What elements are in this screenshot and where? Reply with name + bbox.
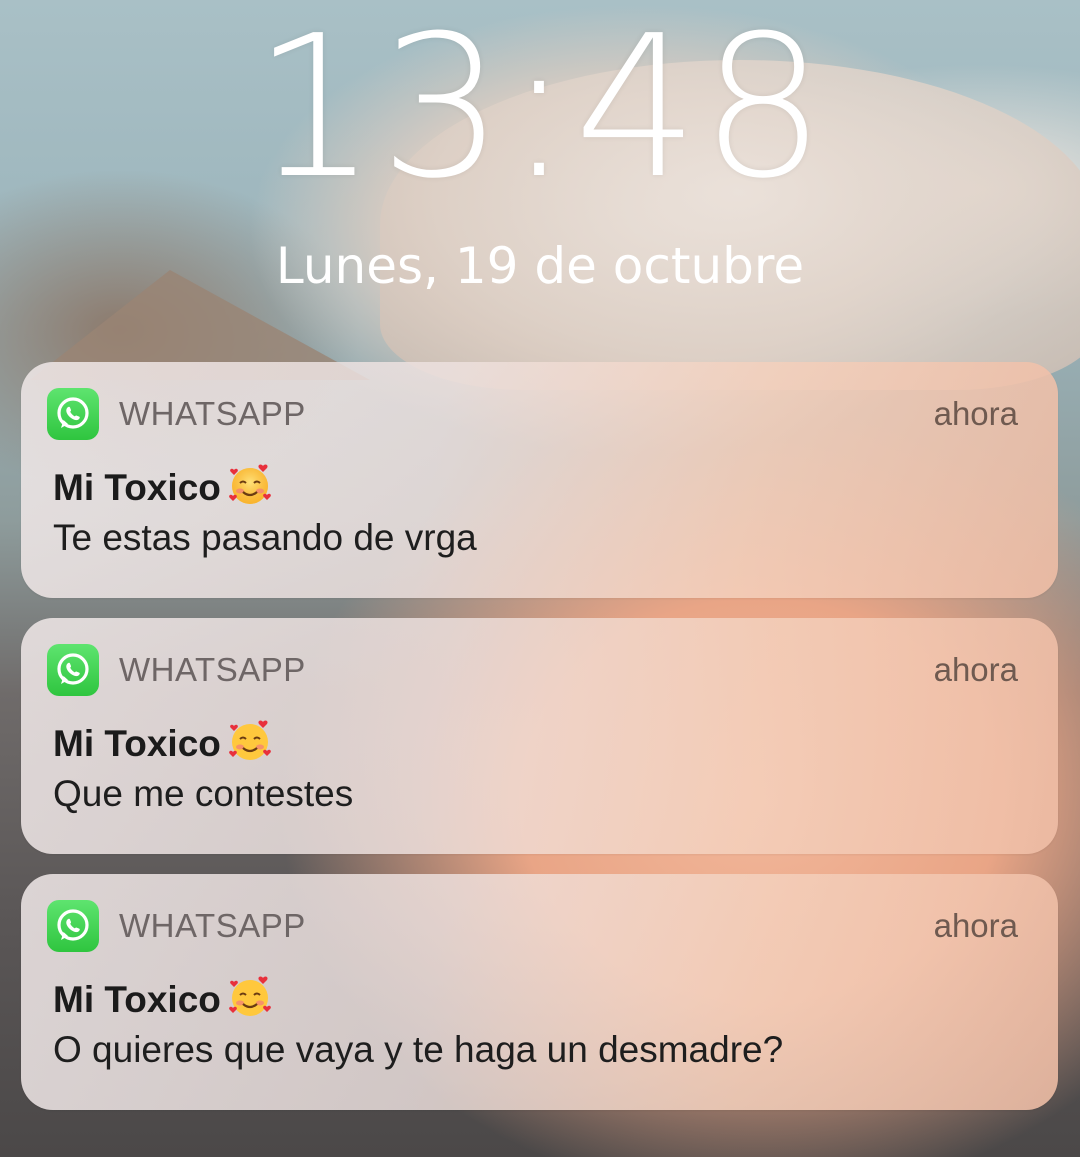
lockscreen-clock: 13:48 (252, 0, 828, 222)
notification-time: ahora (933, 907, 1018, 944)
smiling-face-with-hearts-icon (227, 718, 273, 764)
notification-card[interactable]: WHATSAPP ahora Mi Toxico Que me conteste… (21, 618, 1058, 854)
sender-name: Mi Toxico (53, 467, 221, 508)
smiling-face-with-hearts-icon (227, 974, 273, 1020)
notification-sender: Mi Toxico (53, 462, 273, 512)
notification-message: O quieres que vaya y te haga un desmadre… (53, 1029, 784, 1070)
sender-name: Mi Toxico (53, 979, 221, 1020)
notification-card[interactable]: WHATSAPP ahora Mi Toxico O quieres que v… (21, 874, 1058, 1110)
lockscreen-date: Lunes, 19 de octubre (275, 237, 805, 295)
notification-sender: Mi Toxico (53, 718, 273, 768)
whatsapp-icon (47, 388, 99, 440)
smiling-face-with-hearts-icon (227, 462, 273, 508)
notification-app-name: WHATSAPP (119, 651, 306, 688)
notification-message: Te estas pasando de vrga (53, 517, 477, 558)
notification-app-name: WHATSAPP (119, 395, 306, 432)
notification-time: ahora (933, 651, 1018, 688)
whatsapp-icon (47, 900, 99, 952)
whatsapp-icon (47, 644, 99, 696)
sender-name: Mi Toxico (53, 723, 221, 764)
notification-time: ahora (933, 395, 1018, 432)
notification-card[interactable]: WHATSAPP ahora Mi Toxico Te estas pasand… (21, 362, 1058, 598)
notification-message: Que me contestes (53, 773, 354, 814)
notification-sender: Mi Toxico (53, 974, 273, 1024)
notification-app-name: WHATSAPP (119, 907, 306, 944)
